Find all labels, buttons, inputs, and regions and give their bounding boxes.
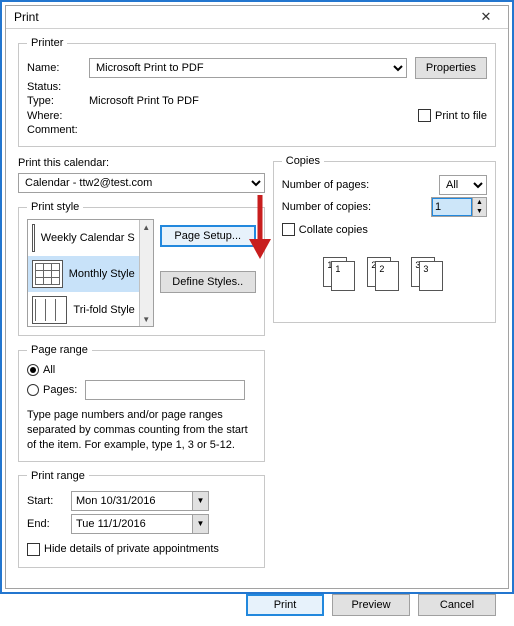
page-range-pages-input[interactable] — [85, 380, 245, 400]
radio-icon — [27, 384, 39, 396]
copies-legend: Copies — [282, 155, 324, 167]
chevron-up-icon[interactable]: ▲ — [140, 220, 153, 234]
style-item-trifold[interactable]: Tri-fold Style — [28, 292, 139, 326]
print-button[interactable]: Print — [246, 594, 324, 616]
page-setup-button[interactable]: Page Setup... — [160, 225, 256, 247]
start-date-select[interactable]: Mon 10/31/2016 ▼ — [71, 491, 209, 511]
page-range-group: Page range All Pages: Type page numbers … — [18, 344, 265, 462]
preview-button[interactable]: Preview — [332, 594, 410, 616]
print-calendar-label: Print this calendar: — [18, 157, 265, 169]
end-label: End: — [27, 518, 65, 530]
num-pages-label: Number of pages: — [282, 179, 439, 191]
close-icon[interactable]: ✕ — [470, 6, 502, 28]
dialog-footer: Print Preview Cancel — [6, 586, 508, 626]
page-range-help: Type page numbers and/or page ranges sep… — [27, 408, 256, 453]
titlebar: Print ✕ — [6, 6, 508, 29]
print-to-file-checkbox[interactable]: Print to file — [418, 109, 487, 122]
num-pages-select[interactable]: All — [439, 175, 487, 195]
end-date-select[interactable]: Tue 11/1/2016 ▼ — [71, 514, 209, 534]
start-label: Start: — [27, 495, 65, 507]
printer-status-label: Status: — [27, 81, 89, 93]
spinner-down-icon[interactable]: ▼ — [473, 207, 486, 216]
cancel-button[interactable]: Cancel — [418, 594, 496, 616]
print-style-legend: Print style — [27, 201, 83, 213]
collate-checkbox[interactable]: Collate copies — [282, 223, 368, 236]
chevron-down-icon[interactable]: ▼ — [192, 515, 208, 533]
print-dialog: Print ✕ Printer Name: Microsoft Print to… — [5, 5, 509, 589]
page-range-legend: Page range — [27, 344, 92, 356]
radio-icon — [27, 364, 39, 376]
spinner-up-icon[interactable]: ▲ — [473, 198, 486, 207]
style-item-weekly[interactable]: Weekly Calendar S — [28, 220, 139, 256]
calendar-grid-icon — [32, 224, 35, 252]
checkbox-icon — [418, 109, 431, 122]
trifold-icon — [32, 296, 67, 324]
scrollbar[interactable]: ▲ ▼ — [139, 220, 153, 326]
num-copies-spinner[interactable]: ▲ ▼ — [431, 197, 487, 217]
style-item-monthly[interactable]: Monthly Style — [28, 256, 139, 292]
printer-name-label: Name: — [27, 62, 89, 74]
printer-comment-label: Comment: — [27, 124, 78, 136]
printer-group: Printer Name: Microsoft Print to PDF Pro… — [18, 37, 496, 147]
printer-legend: Printer — [27, 37, 67, 49]
print-range-legend: Print range — [27, 470, 89, 482]
num-copies-label: Number of copies: — [282, 201, 431, 213]
printer-where-label: Where: — [27, 110, 89, 122]
print-calendar-select[interactable]: Calendar - ttw2@test.com — [18, 173, 265, 193]
print-range-group: Print range Start: Mon 10/31/2016 ▼ End: — [18, 470, 265, 568]
chevron-down-icon[interactable]: ▼ — [192, 492, 208, 510]
checkbox-icon — [282, 223, 295, 236]
copies-group: Copies Number of pages: All Number of co… — [273, 155, 496, 323]
print-style-group: Print style Weekly Calendar S — [18, 201, 265, 336]
print-to-file-label: Print to file — [435, 110, 487, 122]
define-styles-button[interactable]: Define Styles.. — [160, 271, 256, 293]
checkbox-icon — [27, 543, 40, 556]
printer-name-select[interactable]: Microsoft Print to PDF — [89, 58, 407, 78]
printer-type-label: Type: — [27, 95, 89, 107]
page-range-pages-radio[interactable]: Pages: — [27, 380, 245, 400]
window-title: Print — [14, 10, 470, 24]
chevron-down-icon[interactable]: ▼ — [140, 312, 153, 326]
num-copies-input[interactable] — [432, 198, 472, 216]
properties-button[interactable]: Properties — [415, 57, 487, 79]
collate-preview: 1 1 2 2 3 3 — [282, 257, 487, 291]
printer-type-value: Microsoft Print To PDF — [89, 95, 199, 107]
page-range-all-radio[interactable]: All — [27, 364, 55, 376]
hide-private-checkbox[interactable]: Hide details of private appointments — [27, 543, 219, 556]
print-style-listbox[interactable]: Weekly Calendar S Monthly Style Tri-fold… — [28, 220, 139, 326]
calendar-grid-icon — [32, 260, 63, 288]
